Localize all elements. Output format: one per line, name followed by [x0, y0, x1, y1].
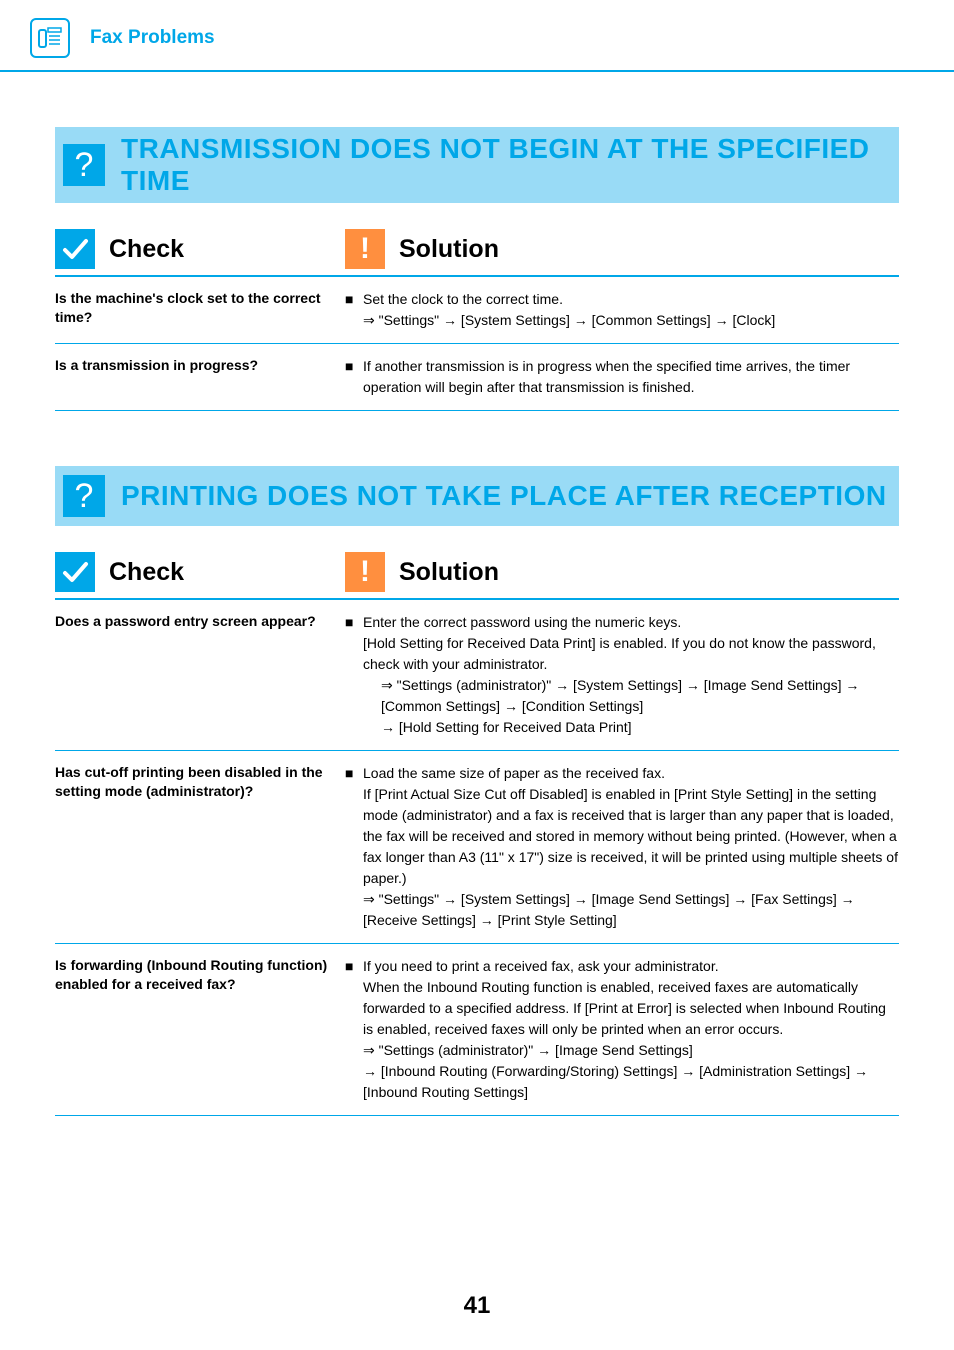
- check-text: Does a password entry screen appear?: [55, 612, 345, 738]
- bullet-icon: ■: [345, 763, 363, 784]
- exclamation-icon: !: [345, 552, 385, 592]
- check-text: Has cut-off printing been disabled in th…: [55, 763, 345, 931]
- solution-cell: ■Set the clock to the correct time. ⇒ "S…: [345, 289, 899, 331]
- table-row: Is forwarding (Inbound Routing function)…: [55, 944, 899, 1116]
- check-column-label: Check: [109, 235, 184, 264]
- solution-column-label: Solution: [399, 235, 499, 264]
- question-icon: ?: [63, 475, 105, 517]
- solution-sub: ⇒ "Settings" → [System Settings] → [Imag…: [363, 889, 899, 931]
- solution-text: If you need to print a received fax, ask…: [363, 956, 899, 977]
- question-icon: ?: [63, 144, 105, 186]
- page-header: Fax Problems: [0, 0, 954, 72]
- solution-cell: ■Enter the correct password using the nu…: [345, 612, 899, 738]
- bullet-icon: ■: [345, 289, 363, 310]
- solution-sub: ⇒ "Settings (administrator)" → [System S…: [363, 675, 899, 738]
- check-icon: [55, 229, 95, 269]
- page-number: 41: [0, 1292, 954, 1320]
- bullet-icon: ■: [345, 612, 363, 633]
- section-title: TRANSMISSION DOES NOT BEGIN AT THE SPECI…: [121, 133, 889, 197]
- section-heading[interactable]: ? PRINTING DOES NOT TAKE PLACE AFTER REC…: [55, 466, 899, 526]
- solution-cell: ■If another transmission is in progress …: [345, 356, 899, 398]
- table-row: Is the machine's clock set to the correc…: [55, 277, 899, 344]
- solution-column-label: Solution: [399, 558, 499, 587]
- check-column-label: Check: [109, 558, 184, 587]
- solution-sub: ⇒ "Settings" → [System Settings] → [Comm…: [345, 310, 899, 331]
- solution-text: If another transmission is in progress w…: [363, 356, 899, 398]
- bullet-icon: ■: [345, 956, 363, 977]
- check-text: Is the machine's clock set to the correc…: [55, 289, 345, 331]
- solution-text: Load the same size of paper as the recei…: [363, 763, 899, 784]
- check-text: Is a transmission in progress?: [55, 356, 345, 398]
- columns-header: Check ! Solution: [55, 552, 899, 600]
- solution-cell: ■If you need to print a received fax, as…: [345, 956, 899, 1103]
- solution-text: Enter the correct password using the num…: [363, 612, 899, 633]
- columns-header: Check ! Solution: [55, 229, 899, 277]
- solution-cell: ■Load the same size of paper as the rece…: [345, 763, 899, 931]
- solution-extra: If [Print Actual Size Cut off Disabled] …: [345, 784, 899, 889]
- content-area: ? TRANSMISSION DOES NOT BEGIN AT THE SPE…: [0, 127, 954, 1116]
- table-row: Is a transmission in progress? ■If anoth…: [55, 344, 899, 411]
- exclamation-icon: !: [345, 229, 385, 269]
- bullet-icon: ■: [345, 356, 363, 398]
- check-text: Is forwarding (Inbound Routing function)…: [55, 956, 345, 1103]
- table-row: Does a password entry screen appear? ■En…: [55, 600, 899, 751]
- table-row: Has cut-off printing been disabled in th…: [55, 751, 899, 944]
- fax-icon: [30, 18, 70, 58]
- solution-extra: [Hold Setting for Received Data Print] i…: [345, 633, 899, 675]
- solution-text: Set the clock to the correct time.: [363, 289, 899, 310]
- solution-sub: ⇒ "Settings (administrator)" → [Image Se…: [363, 1040, 899, 1103]
- solution-extra: When the Inbound Routing function is ena…: [345, 977, 899, 1040]
- check-icon: [55, 552, 95, 592]
- section-title: PRINTING DOES NOT TAKE PLACE AFTER RECEP…: [121, 480, 887, 512]
- section-heading[interactable]: ? TRANSMISSION DOES NOT BEGIN AT THE SPE…: [55, 127, 899, 203]
- header-title[interactable]: Fax Problems: [90, 27, 215, 49]
